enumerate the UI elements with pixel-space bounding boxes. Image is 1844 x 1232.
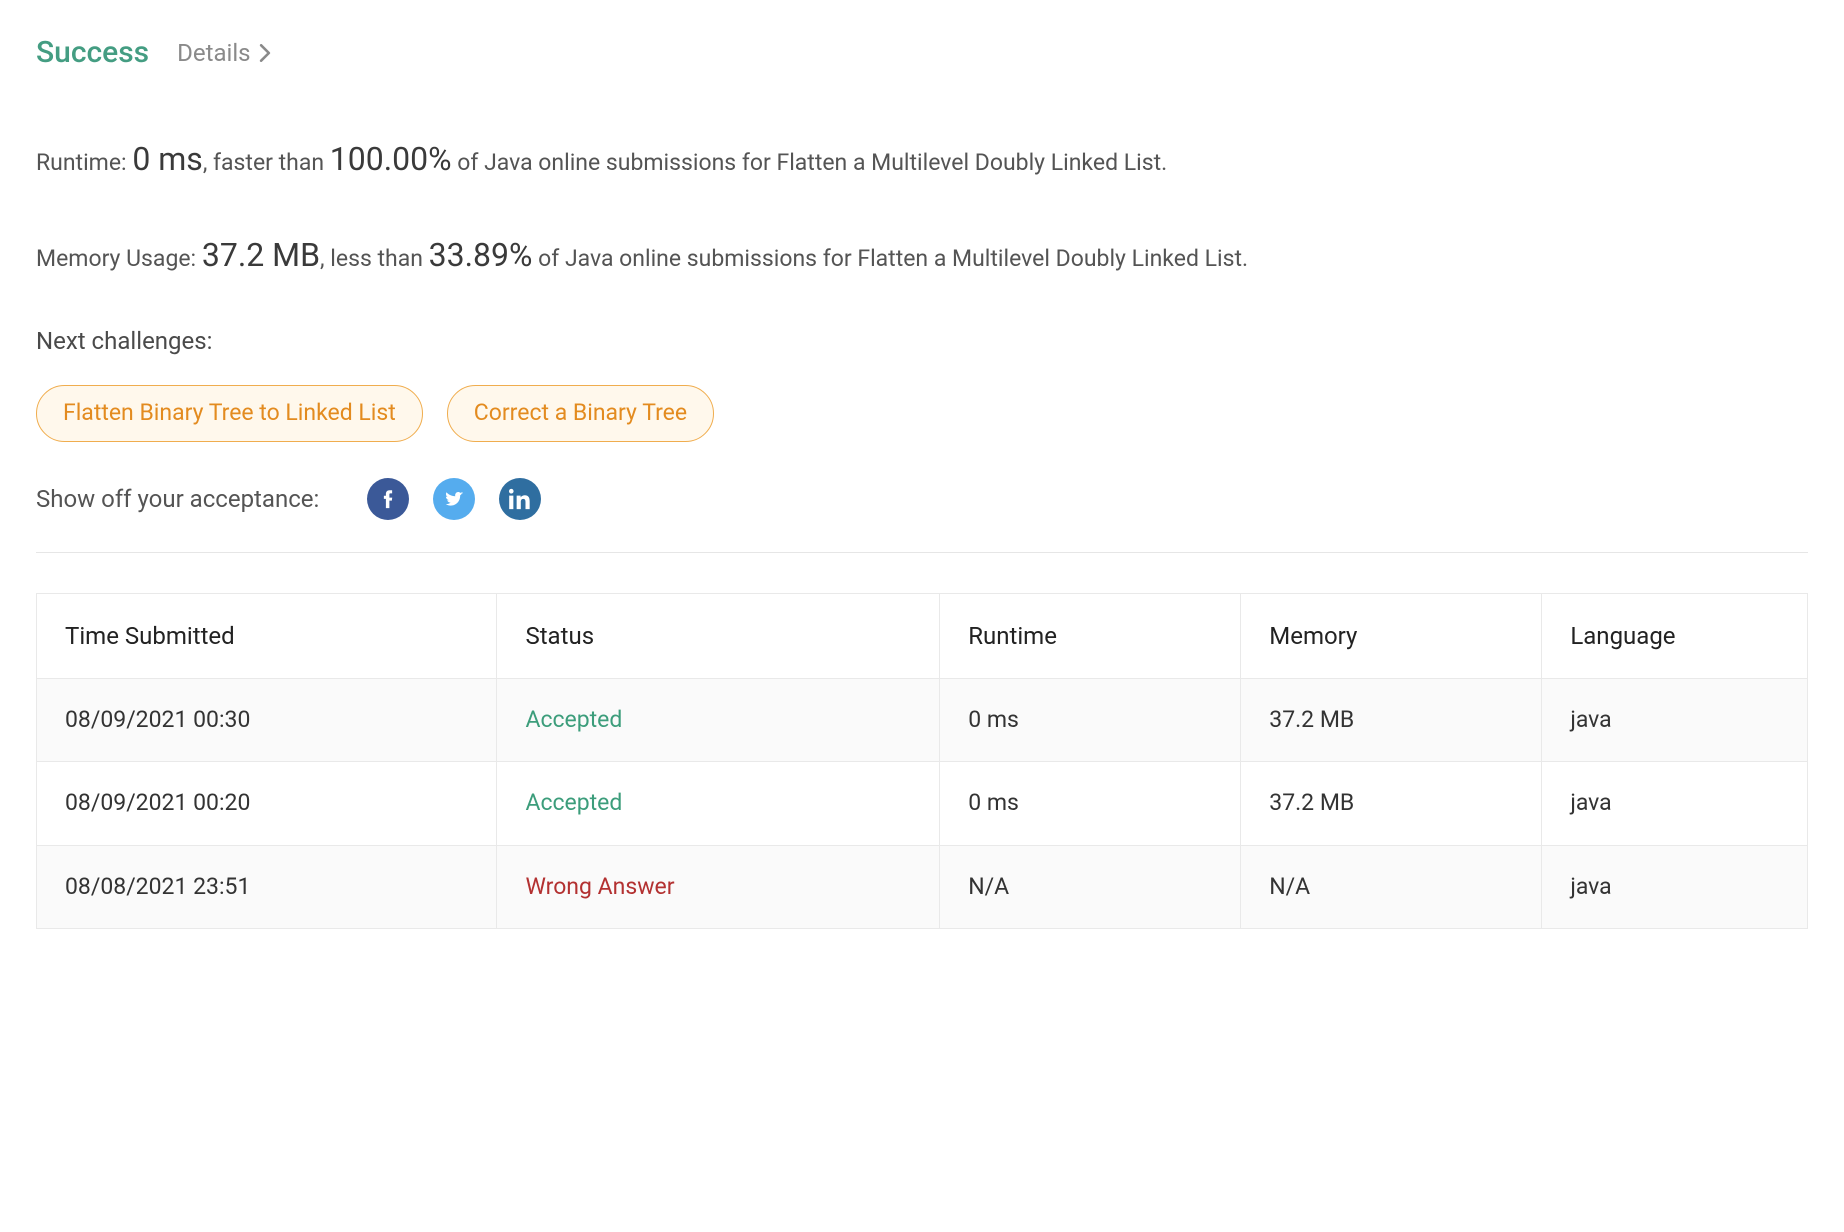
cell-status[interactable]: Accepted bbox=[525, 789, 622, 816]
cell-language: java bbox=[1542, 678, 1808, 762]
divider bbox=[36, 552, 1808, 553]
cell-time: 08/09/2021 00:20 bbox=[37, 762, 497, 846]
runtime-value: 0 ms bbox=[132, 140, 203, 178]
cell-status[interactable]: Wrong Answer bbox=[525, 873, 674, 900]
memory-percent: 33.89% bbox=[429, 236, 533, 274]
table-row: 08/08/2021 23:51 Wrong Answer N/A N/A ja… bbox=[37, 845, 1808, 929]
runtime-prefix: Runtime: bbox=[36, 149, 132, 176]
result-header: Success Details bbox=[36, 30, 1808, 75]
challenge-pill[interactable]: Correct a Binary Tree bbox=[447, 385, 714, 442]
twitter-icon[interactable] bbox=[433, 478, 475, 520]
col-language: Language bbox=[1542, 593, 1808, 678]
runtime-mid: , faster than bbox=[203, 149, 330, 176]
submissions-table: Time Submitted Status Runtime Memory Lan… bbox=[36, 593, 1808, 930]
cell-language: java bbox=[1542, 762, 1808, 846]
cell-runtime: N/A bbox=[940, 845, 1241, 929]
memory-value: 37.2 MB bbox=[202, 236, 320, 274]
next-challenges-label: Next challenges: bbox=[36, 323, 1808, 359]
col-time: Time Submitted bbox=[37, 593, 497, 678]
memory-suffix: of Java online submissions for Flatten a… bbox=[532, 245, 1248, 272]
share-row: Show off your acceptance: bbox=[36, 478, 1808, 520]
details-label: Details bbox=[177, 35, 250, 71]
cell-runtime: 0 ms bbox=[940, 762, 1241, 846]
cell-runtime: 0 ms bbox=[940, 678, 1241, 762]
cell-memory: 37.2 MB bbox=[1241, 762, 1542, 846]
runtime-suffix: of Java online submissions for Flatten a… bbox=[452, 149, 1168, 176]
col-status: Status bbox=[497, 593, 940, 678]
details-link[interactable]: Details bbox=[177, 35, 270, 71]
cell-status[interactable]: Accepted bbox=[525, 706, 622, 733]
chevron-right-icon bbox=[259, 44, 271, 62]
runtime-percent: 100.00% bbox=[330, 140, 452, 178]
memory-prefix: Memory Usage: bbox=[36, 245, 202, 272]
next-challenges-row: Flatten Binary Tree to Linked List Corre… bbox=[36, 385, 1808, 442]
memory-metric: Memory Usage: 37.2 MB, less than 33.89% … bbox=[36, 227, 1808, 283]
success-label: Success bbox=[36, 30, 149, 75]
linkedin-icon[interactable] bbox=[499, 478, 541, 520]
table-row: 08/09/2021 00:30 Accepted 0 ms 37.2 MB j… bbox=[37, 678, 1808, 762]
col-runtime: Runtime bbox=[940, 593, 1241, 678]
cell-memory: 37.2 MB bbox=[1241, 678, 1542, 762]
challenge-pill[interactable]: Flatten Binary Tree to Linked List bbox=[36, 385, 423, 442]
memory-mid: , less than bbox=[320, 245, 429, 272]
share-icons bbox=[367, 478, 541, 520]
table-header-row: Time Submitted Status Runtime Memory Lan… bbox=[37, 593, 1808, 678]
share-label: Show off your acceptance: bbox=[36, 481, 319, 517]
cell-time: 08/09/2021 00:30 bbox=[37, 678, 497, 762]
cell-language: java bbox=[1542, 845, 1808, 929]
facebook-icon[interactable] bbox=[367, 478, 409, 520]
runtime-metric: Runtime: 0 ms, faster than 100.00% of Ja… bbox=[36, 131, 1808, 187]
cell-memory: N/A bbox=[1241, 845, 1542, 929]
cell-time: 08/08/2021 23:51 bbox=[37, 845, 497, 929]
table-row: 08/09/2021 00:20 Accepted 0 ms 37.2 MB j… bbox=[37, 762, 1808, 846]
col-memory: Memory bbox=[1241, 593, 1542, 678]
